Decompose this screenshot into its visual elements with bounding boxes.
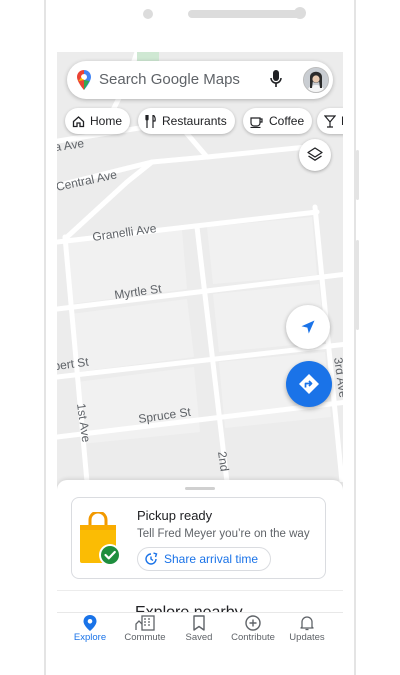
chip-coffee[interactable]: Coffee <box>243 108 313 134</box>
search-placeholder[interactable]: Search Google Maps <box>99 71 240 88</box>
shopping-bag-icon <box>80 512 121 566</box>
home-icon <box>72 115 85 127</box>
chip-restaurants-label: Restaurants <box>162 114 227 128</box>
explore-pin-icon <box>83 615 97 631</box>
chip-bars-label: B <box>341 114 343 128</box>
bookmark-icon <box>193 615 205 631</box>
nav-contribute-label: Contribute <box>231 632 275 643</box>
phone-top-bezel <box>46 0 354 52</box>
nav-explore-label: Explore <box>73 632 107 643</box>
card-title: Pickup ready <box>137 508 213 523</box>
proximity-sensor <box>294 7 306 19</box>
coffee-icon <box>250 116 263 128</box>
sheet-drag-handle[interactable] <box>185 487 215 490</box>
nav-contribute[interactable]: Contribute <box>225 615 281 643</box>
my-location-button[interactable] <box>286 305 330 349</box>
directions-button[interactable] <box>286 361 332 407</box>
nav-saved-label: Saved <box>185 632 213 643</box>
nav-updates[interactable]: Updates <box>279 615 335 643</box>
phone-volume-button <box>356 240 359 330</box>
card-subtitle: Tell Fred Meyer you’re on the way <box>137 528 310 540</box>
phone-side-button <box>356 150 359 200</box>
add-circle-icon <box>245 615 261 631</box>
layers-icon <box>307 147 323 161</box>
share-arrival-time-label: Share arrival time <box>164 552 259 566</box>
search-bar[interactable]: Search Google Maps <box>67 61 333 99</box>
bottom-navigation: Explore Commute Saved Contribute Updates <box>57 612 343 649</box>
sheet-divider <box>57 590 343 591</box>
category-chips: Home Restaurants Coffee B <box>65 108 343 136</box>
nav-explore[interactable]: Explore <box>62 615 118 643</box>
directions-icon <box>299 374 319 394</box>
front-camera <box>143 9 153 19</box>
nav-saved[interactable]: Saved <box>171 615 227 643</box>
pickup-card[interactable]: Pickup ready Tell Fred Meyer you’re on t… <box>71 497 326 579</box>
nav-commute[interactable]: Commute <box>117 615 173 643</box>
nav-updates-label: Updates <box>289 632 325 643</box>
share-arrival-time-button[interactable]: Share arrival time <box>137 547 272 571</box>
chip-coffee-label: Coffee <box>269 114 305 128</box>
bell-icon <box>300 616 314 631</box>
commute-icon <box>135 615 155 631</box>
chip-restaurants[interactable]: Restaurants <box>138 108 235 134</box>
street-label-2nd: 2nd <box>215 450 232 472</box>
google-maps-pin-icon <box>77 70 91 90</box>
nav-commute-label: Commute <box>124 632 166 643</box>
clock-share-icon <box>145 552 158 565</box>
earpiece-speaker <box>188 10 304 18</box>
layers-button[interactable] <box>299 139 331 171</box>
avatar[interactable] <box>303 67 329 93</box>
map-screen[interactable]: a Ave Central Ave Granelli Ave Myrtle St… <box>57 52 343 648</box>
navigation-arrow-icon <box>301 320 315 334</box>
chip-home[interactable]: Home <box>65 108 131 134</box>
microphone-icon[interactable] <box>270 70 282 88</box>
chip-bars[interactable]: B <box>317 108 343 134</box>
profile-photo-icon <box>304 68 328 92</box>
chip-home-label: Home <box>90 114 123 128</box>
bar-icon <box>324 114 336 128</box>
restaurant-icon <box>145 114 156 128</box>
